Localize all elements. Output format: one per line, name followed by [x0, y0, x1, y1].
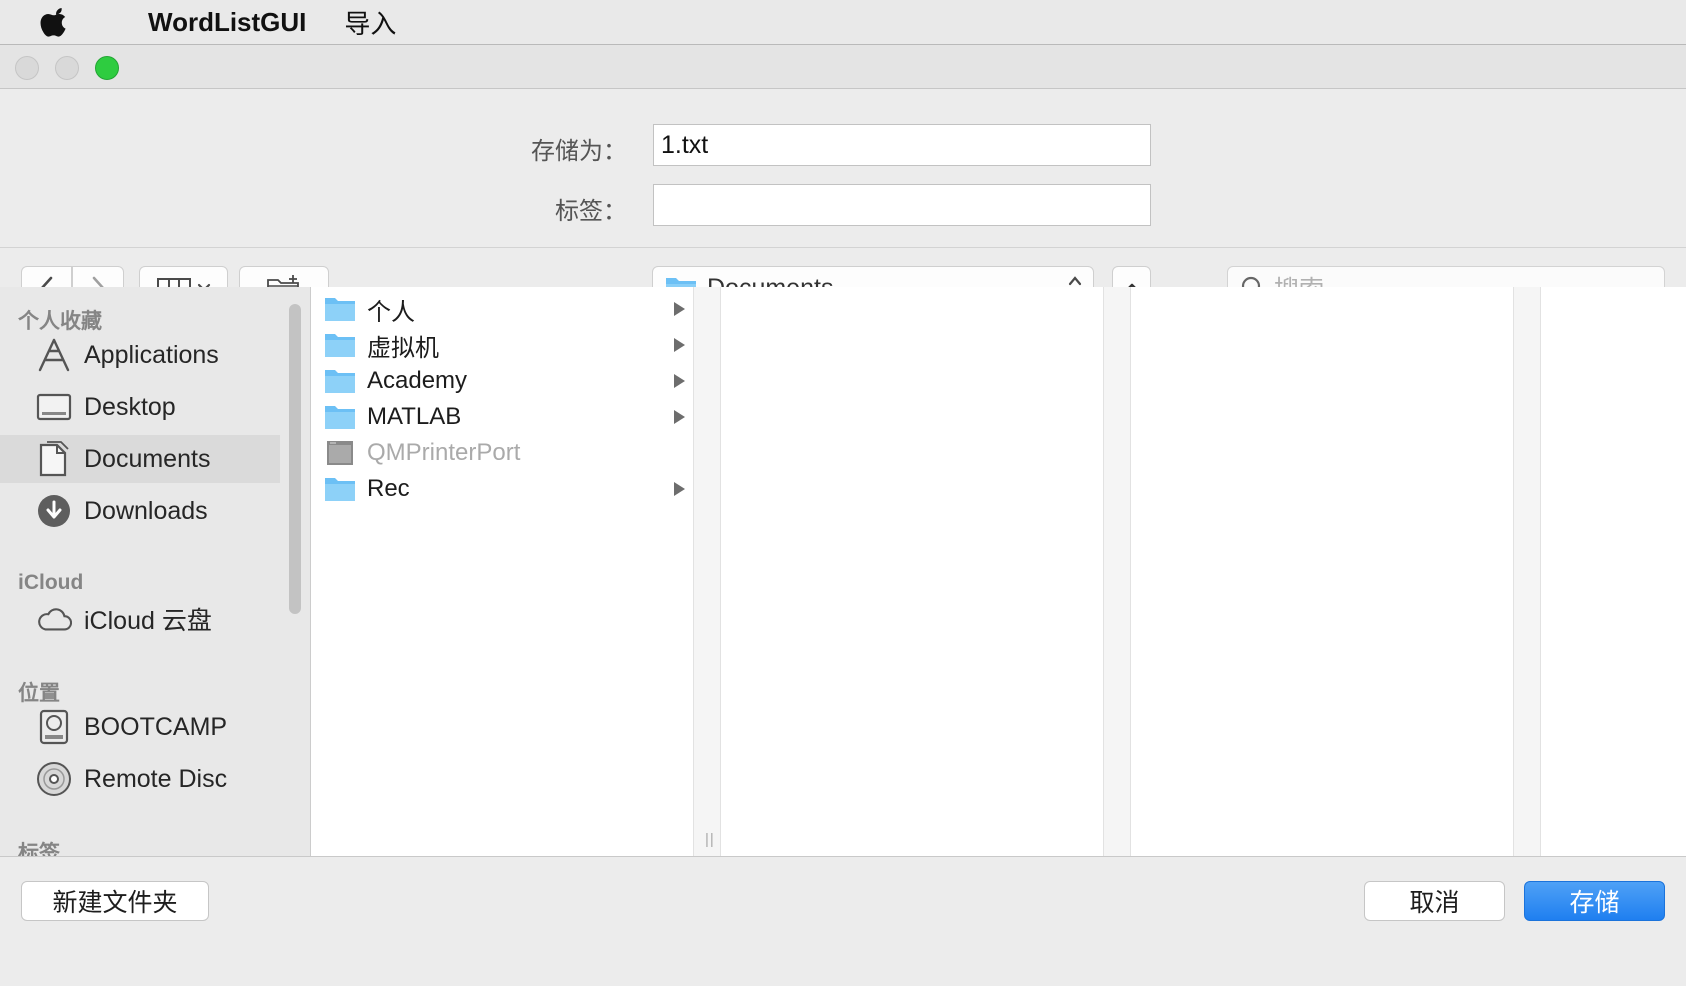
save-as-label: 存储为：	[531, 138, 627, 165]
bottom-divider	[0, 856, 1686, 857]
sidebar-item-label: BOOTCAMP	[84, 712, 228, 741]
tags-label: 标签：	[555, 198, 627, 225]
applications-icon	[36, 337, 72, 373]
sidebar-item-icloud-drive[interactable]: iCloud 云盘	[0, 595, 280, 643]
file-name: 虚拟机	[367, 334, 439, 362]
close-window-button[interactable]	[15, 56, 39, 80]
sidebar-item-label: iCloud 云盘	[84, 607, 212, 635]
list-item[interactable]: 虚拟机	[311, 327, 691, 363]
column-divider[interactable]	[1513, 287, 1541, 856]
column-browser: 个人 虚拟机 Academy MATLAB QMPrinterPort Rec …	[311, 287, 1686, 856]
title-bar	[0, 45, 1686, 89]
folder-icon	[325, 406, 355, 429]
new-folder-button[interactable]: 新建文件夹	[21, 881, 209, 921]
documents-icon	[36, 441, 72, 477]
list-item[interactable]: 个人	[311, 291, 691, 327]
list-item[interactable]: QMPrinterPort	[311, 435, 691, 471]
sidebar-item-downloads[interactable]: Downloads	[0, 487, 280, 535]
apple-menu-icon[interactable]	[40, 7, 96, 37]
downloads-icon	[36, 493, 72, 529]
sidebar-scrollbar[interactable]	[289, 304, 301, 614]
zoom-window-button[interactable]	[95, 56, 119, 80]
sidebar-item-label: Documents	[84, 444, 211, 473]
sidebar-item-label: Desktop	[84, 392, 176, 421]
terminal-file-icon	[327, 441, 353, 465]
menu-import[interactable]: 导入	[344, 4, 396, 41]
sidebar-item-label: Applications	[84, 340, 219, 369]
folder-icon	[325, 334, 355, 357]
sidebar-item-applications[interactable]: Applications	[0, 331, 280, 379]
save-button[interactable]: 存储	[1524, 881, 1665, 921]
column-divider[interactable]	[1103, 287, 1131, 856]
menu-bar: WordListGUI 导入	[0, 0, 1686, 44]
sidebar-item-label: Downloads	[84, 496, 208, 525]
app-name[interactable]: WordListGUI	[148, 7, 306, 38]
list-item[interactable]: Academy	[311, 363, 691, 399]
disc-icon	[36, 761, 72, 797]
folder-icon	[325, 478, 355, 501]
folder-icon	[325, 298, 355, 321]
file-name: Rec	[367, 475, 410, 502]
desktop-icon	[36, 389, 72, 425]
save-as-input[interactable]	[653, 124, 1151, 166]
file-name: 个人	[367, 298, 415, 326]
list-item[interactable]: MATLAB	[311, 399, 691, 435]
tags-input[interactable]	[653, 184, 1151, 226]
sidebar-item-bootcamp[interactable]: BOOTCAMP	[0, 703, 280, 751]
sidebar-item-documents[interactable]: Documents	[0, 435, 280, 483]
form-divider	[0, 247, 1686, 248]
sidebar-section-tags: 标签	[18, 842, 60, 856]
file-name: Academy	[367, 367, 468, 394]
folder-icon	[325, 370, 355, 393]
disclosure-arrow-icon	[674, 374, 685, 388]
list-item[interactable]: Rec	[311, 471, 691, 507]
column-divider[interactable]	[693, 287, 721, 856]
sidebar-item-remote-disc[interactable]: Remote Disc	[0, 755, 280, 803]
cancel-button[interactable]: 取消	[1364, 881, 1505, 921]
cloud-icon	[36, 601, 72, 637]
disclosure-arrow-icon	[674, 302, 685, 316]
disclosure-arrow-icon	[674, 410, 685, 424]
disclosure-arrow-icon	[674, 482, 685, 496]
sidebar-section-icloud: iCloud	[18, 571, 84, 594]
disk-icon	[36, 709, 72, 745]
file-name: QMPrinterPort	[367, 439, 521, 466]
file-name: MATLAB	[367, 403, 462, 430]
disclosure-arrow-icon	[674, 338, 685, 352]
sidebar-item-desktop[interactable]: Desktop	[0, 383, 280, 431]
column-resize-handle-icon[interactable]: ||	[705, 831, 715, 848]
minimize-window-button[interactable]	[55, 56, 79, 80]
sidebar-item-label: Remote Disc	[84, 764, 228, 793]
sidebar: 个人收藏 Applications Desktop Documents Down…	[0, 287, 310, 856]
